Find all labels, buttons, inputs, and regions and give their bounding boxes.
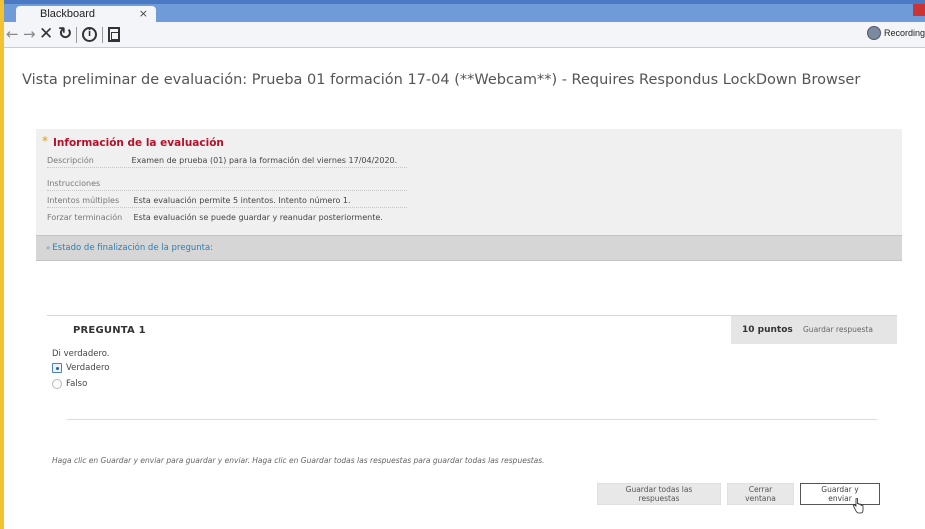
question-header: PREGUNTA 1 10 puntos Guardar respuesta [47, 316, 897, 344]
browser-tab-blackboard[interactable]: Blackboard × [16, 6, 156, 22]
tab-title: Blackboard [40, 8, 96, 20]
recording-label: Recording [883, 28, 925, 38]
info-row-description: Descripción Examen de prueba (01) para l… [47, 156, 407, 168]
submit-instructions: Haga clic en Guardar y enviar para guard… [52, 456, 545, 465]
info-icon[interactable]: i [82, 27, 97, 42]
info-label: Forzar terminación [47, 213, 123, 222]
reload-icon[interactable]: ↻ [58, 24, 72, 44]
arrow-right-icon[interactable]: → [23, 25, 36, 43]
info-heading: Información de la evaluación [53, 137, 224, 149]
info-label: Intentos múltiples [47, 196, 120, 205]
option-false[interactable]: Falso [52, 379, 87, 389]
question-status-bar: » Estado de finalización de la pregunta: [36, 235, 902, 261]
browser-tab-bar: Blackboard × [4, 0, 925, 22]
radio-selected[interactable] [52, 363, 62, 373]
window-close-icon[interactable] [913, 4, 925, 16]
info-row-instructions: Instrucciones [47, 179, 407, 191]
option-label: Verdadero [66, 363, 110, 373]
toolbar-separator [102, 27, 103, 43]
question-1: PREGUNTA 1 10 puntos Guardar respuesta D… [47, 315, 897, 420]
option-label: Falso [66, 379, 88, 389]
save-all-answers-button[interactable]: Guardar todas las respuestas [597, 483, 721, 505]
browser-toolbar: ← → ✕ ↻ i Recording [4, 22, 925, 48]
question-divider [67, 419, 877, 420]
info-label: Instrucciones [47, 179, 101, 188]
save-answer-button[interactable]: Guardar respuesta [795, 319, 881, 341]
info-row-force-completion: Forzar terminación Esta evaluación se pu… [47, 213, 407, 222]
assessment-info-panel: * Información de la evaluación Descripci… [36, 129, 902, 235]
toolbar-separator [76, 27, 77, 43]
question-text: Di verdadero. [52, 349, 110, 359]
hand-cursor-icon [852, 498, 864, 514]
page-title: Vista preliminar de evaluación: Prueba 0… [22, 72, 861, 88]
info-value: Esta evaluación permite 5 intentos. Inte… [133, 196, 351, 205]
question-status-toggle[interactable]: » Estado de finalización de la pregunta: [46, 243, 213, 253]
status-link-label: Estado de finalización de la pregunta: [52, 243, 214, 253]
info-row-attempts: Intentos múltiples Esta evaluación permi… [47, 196, 407, 208]
close-icon[interactable]: ✕ [39, 24, 53, 44]
question-points-panel: 10 puntos Guardar respuesta [731, 316, 897, 344]
tab-bar-top-strip [4, 0, 925, 4]
reader-icon[interactable] [108, 27, 120, 42]
recording-indicator[interactable]: Recording [866, 26, 925, 40]
info-label: Descripción [47, 156, 94, 165]
recording-icon [866, 26, 881, 40]
asterisk-icon: * [42, 134, 48, 148]
arrow-left-icon[interactable]: ← [6, 25, 19, 43]
close-window-button[interactable]: Cerrar ventana [727, 483, 794, 505]
window-frame-left [0, 0, 4, 529]
question-title: PREGUNTA 1 [73, 325, 146, 336]
radio-unselected[interactable] [52, 379, 62, 389]
question-points: 10 puntos [742, 325, 793, 335]
save-and-submit-button[interactable]: Guardar y enviar [800, 483, 880, 505]
option-true[interactable]: Verdadero [52, 363, 109, 373]
info-value: Esta evaluación se puede guardar y reanu… [133, 213, 383, 222]
chevron-down-icon: » [46, 244, 51, 252]
info-value: Examen de prueba (01) para la formación … [131, 156, 398, 165]
tab-close-icon[interactable]: × [139, 7, 148, 20]
